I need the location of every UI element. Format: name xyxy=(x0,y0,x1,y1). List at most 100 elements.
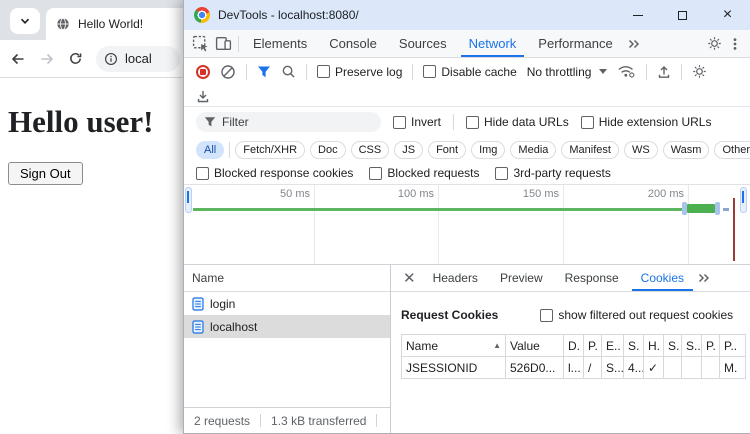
info-icon[interactable] xyxy=(104,52,118,66)
filter-pill-img[interactable]: Img xyxy=(471,141,505,159)
filter-input[interactable] xyxy=(222,115,352,129)
cookie-row-jsessionid[interactable]: JSESSIONID 526D0... l... / S... 4... ✓ M… xyxy=(402,357,746,379)
reload-icon[interactable] xyxy=(68,51,83,66)
record-icon[interactable] xyxy=(196,65,210,79)
close-details-icon[interactable]: ✕ xyxy=(399,269,420,287)
close-button[interactable]: × xyxy=(705,0,750,30)
tab-list-button[interactable] xyxy=(10,8,40,34)
settings-gear-icon[interactable] xyxy=(707,36,722,51)
col-value[interactable]: Value xyxy=(506,335,564,357)
request-row-localhost[interactable]: localhost xyxy=(184,315,390,338)
tab-console[interactable]: Console xyxy=(321,30,385,57)
blocked-response-cookies-checkbox[interactable] xyxy=(196,167,209,180)
network-conditions-icon[interactable] xyxy=(617,64,636,79)
menu-dots-icon[interactable] xyxy=(728,37,742,51)
filter-pill-media[interactable]: Media xyxy=(510,141,556,159)
window-title: DevTools - localhost:8080/ xyxy=(218,8,607,22)
tab-cookies[interactable]: Cookies xyxy=(632,265,693,291)
search-icon[interactable] xyxy=(281,64,296,79)
maximize-button[interactable] xyxy=(660,0,705,30)
filter-input-wrap xyxy=(196,112,381,132)
address-bar[interactable]: local xyxy=(96,46,180,72)
cookie-table-header-row: Name▲ Value D. P. E.. S. H. S. S.. P. P.… xyxy=(402,335,746,357)
hide-data-urls-checkbox[interactable] xyxy=(466,116,479,129)
filter-pill-js[interactable]: JS xyxy=(394,141,423,159)
tab-headers[interactable]: Headers xyxy=(424,265,487,291)
sign-out-button[interactable]: Sign Out xyxy=(8,162,83,185)
invert-checkbox[interactable] xyxy=(393,116,406,129)
col-domain[interactable]: D. xyxy=(564,335,584,357)
filter-pill-ws[interactable]: WS xyxy=(624,141,658,159)
overview-grip-right[interactable] xyxy=(740,187,747,213)
inspect-element-icon[interactable] xyxy=(192,35,209,52)
preserve-log-option: Preserve log xyxy=(317,65,402,79)
minimize-button[interactable] xyxy=(615,0,660,30)
disable-cache-checkbox[interactable] xyxy=(423,65,436,78)
more-tabs-icon[interactable] xyxy=(627,37,641,51)
col-partition[interactable]: P. xyxy=(702,335,720,357)
tab-response[interactable]: Response xyxy=(556,265,628,291)
requests-name-header[interactable]: Name xyxy=(184,265,390,292)
tab-network[interactable]: Network xyxy=(461,30,525,57)
hide-extension-urls-checkbox[interactable] xyxy=(581,116,594,129)
dropdown-caret-icon xyxy=(599,69,607,74)
filter-pill-other[interactable]: Other xyxy=(714,141,750,159)
devtools-tabbar: Elements Console Sources Network Perform… xyxy=(184,30,750,58)
overview-grip-left[interactable] xyxy=(185,187,192,213)
third-party-requests-checkbox[interactable] xyxy=(495,167,508,180)
network-toolbar: Preserve log Disable cache No throttling xyxy=(184,58,750,85)
blocked-requests-checkbox[interactable] xyxy=(369,167,382,180)
hide-data-urls-option: Hide data URLs xyxy=(466,115,569,129)
col-samesite[interactable]: S.. xyxy=(682,335,702,357)
request-details-panel: ✕ Headers Preview Response Cookies Reque… xyxy=(391,265,750,433)
filter-icon[interactable] xyxy=(257,65,271,79)
browser-tab[interactable]: Hello World! xyxy=(46,8,190,40)
cookie-secure xyxy=(664,357,682,379)
load-event-line xyxy=(733,198,735,261)
tab-elements[interactable]: Elements xyxy=(245,30,315,57)
document-icon xyxy=(192,297,204,311)
tab-sources[interactable]: Sources xyxy=(391,30,455,57)
col-size[interactable]: S. xyxy=(624,335,644,357)
col-priority[interactable]: P.. xyxy=(720,335,746,357)
show-filtered-checkbox[interactable] xyxy=(540,309,553,322)
cookie-name: JSESSIONID xyxy=(402,357,506,379)
filter-pill-font[interactable]: Font xyxy=(428,141,466,159)
tick-150ms: 150 ms xyxy=(523,188,559,200)
filter-pill-doc[interactable]: Doc xyxy=(310,141,346,159)
filter-pill-wasm[interactable]: Wasm xyxy=(663,141,710,159)
back-icon[interactable] xyxy=(10,51,26,67)
tab-performance[interactable]: Performance xyxy=(530,30,620,57)
preserve-log-label: Preserve log xyxy=(335,65,402,79)
funnel-icon xyxy=(204,116,216,128)
col-path[interactable]: P. xyxy=(584,335,602,357)
clear-icon[interactable] xyxy=(220,64,236,80)
third-party-requests-label: 3rd-party requests xyxy=(513,166,610,180)
col-secure[interactable]: S. xyxy=(664,335,682,357)
col-expires[interactable]: E.. xyxy=(602,335,624,357)
device-toolbar-icon[interactable] xyxy=(215,35,232,52)
export-har-icon[interactable] xyxy=(196,89,210,103)
import-har-icon[interactable] xyxy=(657,65,671,79)
cookie-expires: S... xyxy=(602,357,624,379)
hide-extension-urls-label: Hide extension URLs xyxy=(599,115,712,129)
browser-window: Hello World! local Hello user! Sign Out xyxy=(0,0,190,434)
selection-handle-right[interactable] xyxy=(715,202,720,215)
tab-preview[interactable]: Preview xyxy=(491,265,552,291)
filter-pill-all[interactable]: All xyxy=(196,141,224,159)
cookie-size: 4... xyxy=(624,357,644,379)
col-name[interactable]: Name▲ xyxy=(402,335,506,357)
minimize-icon xyxy=(633,15,643,16)
filter-pill-manifest[interactable]: Manifest xyxy=(561,141,619,159)
more-detail-tabs-icon[interactable] xyxy=(697,271,711,285)
throttling-dropdown[interactable]: No throttling xyxy=(527,65,608,79)
filter-pill-fetch-xhr[interactable]: Fetch/XHR xyxy=(235,141,305,159)
chevron-down-icon xyxy=(19,15,31,27)
forward-icon[interactable] xyxy=(39,51,55,67)
request-row-login[interactable]: login xyxy=(184,292,390,315)
network-settings-gear-icon[interactable] xyxy=(692,64,707,79)
network-overview-timeline[interactable]: 50 ms 100 ms 150 ms 200 ms xyxy=(184,185,750,265)
filter-pill-css[interactable]: CSS xyxy=(351,141,390,159)
col-httponly[interactable]: H. xyxy=(644,335,664,357)
preserve-log-checkbox[interactable] xyxy=(317,65,330,78)
